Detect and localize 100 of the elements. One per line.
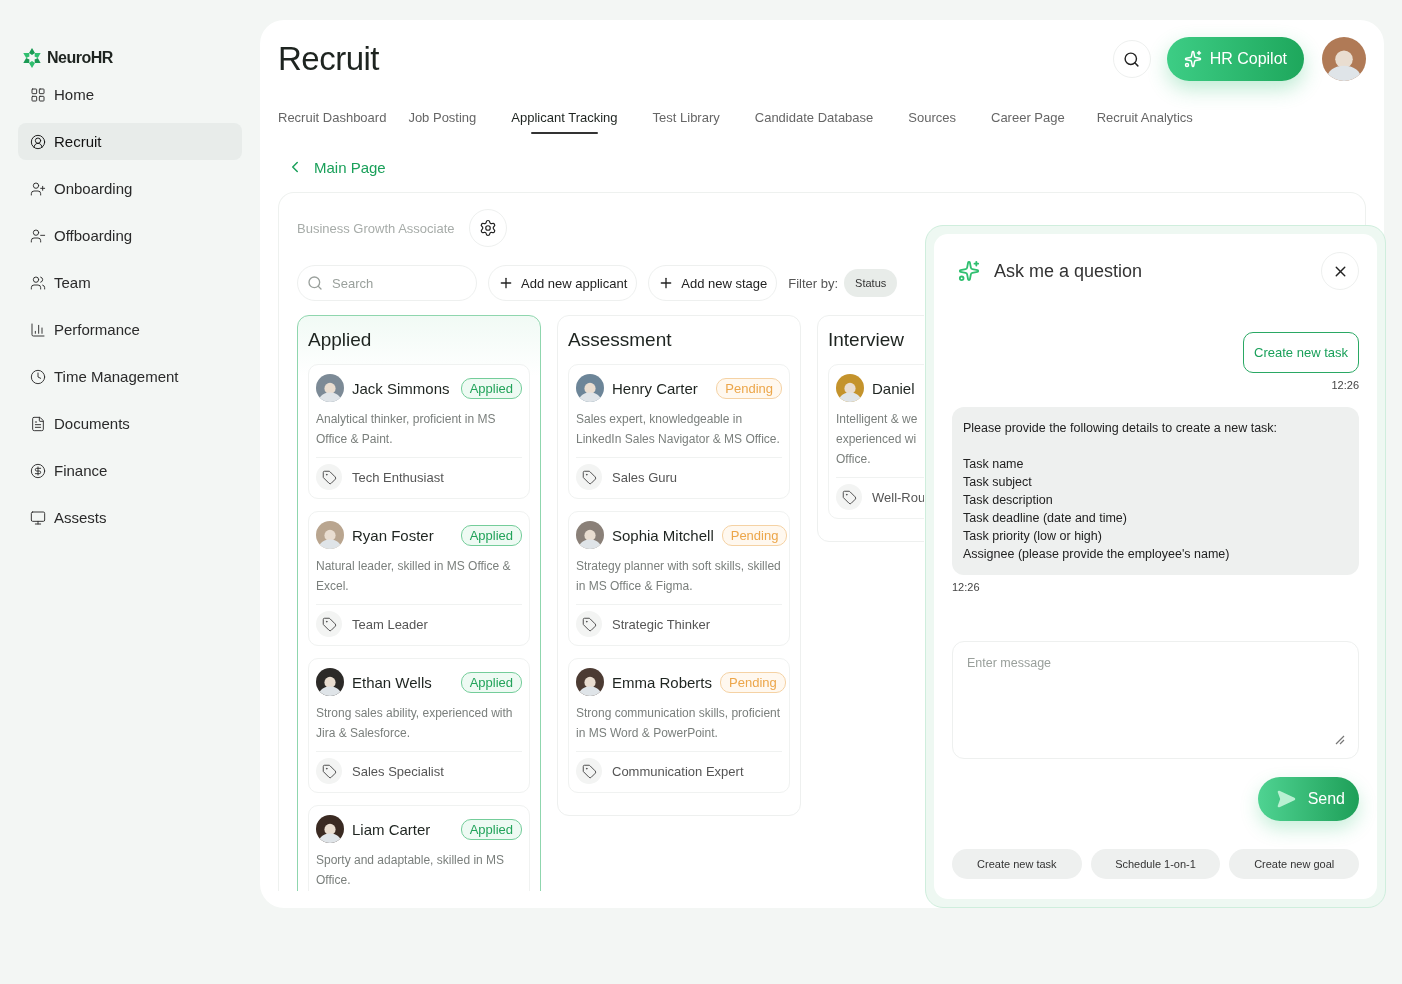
applicant-card[interactable]: Daniel Intelligent & we experienced wi Office. Well-Rou	[828, 364, 924, 519]
applicant-card[interactable]: Jack Simmons Applied Analytical thinker, proficient in MS Office & Paint. Tech Enthusiast	[308, 364, 530, 499]
nav-icon	[30, 509, 46, 526]
search-field[interactable]: Search	[297, 265, 477, 301]
applicant-description: Strong sales ability, experienced with Jira & Salesforce.	[316, 705, 514, 742]
search-button[interactable]	[1112, 40, 1151, 78]
applicant-card[interactable]: Liam Carter Applied Sporty and adaptable, skilled in MS Office.	[308, 805, 530, 891]
sidebar-item[interactable]: Finance	[18, 452, 242, 489]
nav-icon	[30, 86, 46, 103]
sidebar-item[interactable]: Home	[18, 76, 242, 113]
status-badge: Applied	[460, 377, 522, 399]
applicant-description: Strong communication skills, proficient in MS Word & PowerPoint.	[576, 705, 782, 742]
add-button[interactable]: Add new stage	[648, 265, 778, 301]
tag-label: Sales Guru	[612, 469, 678, 485]
tag-label: Communication Expert	[612, 763, 744, 779]
chat-title: Ask me a question	[994, 260, 1144, 282]
column-title: Interview	[828, 328, 906, 352]
nav-icon	[30, 133, 46, 150]
tab[interactable]: Recruit Analytics	[1096, 98, 1193, 125]
filter-chip[interactable]: Status	[844, 269, 898, 297]
avatar	[1322, 37, 1366, 81]
settings-button[interactable]	[468, 209, 507, 247]
tab[interactable]: Test Library	[652, 98, 720, 125]
applicant-name: Henry Carter	[612, 379, 699, 397]
tab[interactable]: Recruit Dashboard	[278, 98, 387, 125]
applicant-card[interactable]: Henry Carter Pending Sales expert, knowledgeable in LinkedIn Sales Navigator & MS Office. Sales Guru	[568, 364, 790, 499]
applicant-name: Jack Simmons	[352, 379, 451, 397]
applicant-description: Sporty and adaptable, skilled in MS Office.	[316, 852, 506, 889]
sidebar-item[interactable]: Documents	[18, 405, 242, 442]
message-text: Please provide the following details to create a new task:	[963, 420, 1279, 437]
suggestion-chip[interactable]: Schedule 1-on-1	[1090, 849, 1221, 879]
applicant-card[interactable]: Ethan Wells Applied Strong sales ability, experienced with Jira & Salesforce. Sales Specialist	[308, 658, 530, 793]
tag-icon	[316, 611, 342, 637]
sparkle-icon	[1183, 50, 1202, 68]
nav-icon	[30, 180, 46, 197]
tab[interactable]: Candidate Database	[754, 98, 874, 125]
nav-icon	[30, 274, 46, 291]
sidebar-item[interactable]: Recruit	[18, 123, 242, 160]
message-line: Task priority (low or high)	[963, 528, 1103, 545]
avatar	[316, 521, 344, 549]
status-badge: Pending	[720, 671, 786, 693]
tab-underline	[531, 132, 598, 134]
suggestion-chip[interactable]: Create new goal	[1229, 849, 1359, 879]
message-field[interactable]: Enter message	[952, 641, 1359, 759]
column-title: Assessment	[568, 328, 673, 352]
tag-icon	[576, 758, 602, 784]
suggestion-chip[interactable]: Create new task	[952, 849, 1082, 879]
sidebar-item[interactable]: Performance	[18, 311, 242, 348]
tag-icon	[316, 758, 342, 784]
applicant-card[interactable]: Ryan Foster Applied Natural leader, skilled in MS Office & Excel. Team Leader	[308, 511, 530, 646]
sidebar-item[interactable]: Assests	[18, 499, 242, 536]
avatar	[316, 374, 344, 402]
tag-label: Well-Rou	[872, 489, 924, 505]
applicant-name: Sophia Mitchell	[612, 526, 714, 544]
search-icon	[1123, 50, 1141, 68]
applicant-description: Sales expert, knowledgeable in LinkedIn Sales Navigator & MS Office.	[576, 411, 781, 448]
applicant-name: Ryan Foster	[352, 526, 435, 544]
brand-name: NeuroHR	[47, 49, 113, 67]
tab[interactable]: Job Posting	[408, 98, 477, 125]
close-button[interactable]	[1321, 252, 1359, 290]
sidebar-item[interactable]: Offboarding	[18, 217, 242, 254]
status-badge: Applied	[460, 524, 522, 546]
message-line: Task name	[963, 456, 1025, 473]
applicant-description: Strategy planner with soft skills, skilled in MS Office & Figma.	[576, 558, 782, 595]
tab[interactable]: Career Page	[991, 98, 1065, 125]
status-badge: Applied	[460, 671, 522, 693]
applicant-name: Emma Roberts	[612, 673, 713, 691]
tab[interactable]: Applicant Tracking	[511, 98, 618, 125]
applicant-card[interactable]: Emma Roberts Pending Strong communication skills, proficient in MS Word & PowerPoint. Communication Expert	[568, 658, 790, 793]
sidebar-item[interactable]: Time Management	[18, 358, 242, 395]
tag-label: Strategic Thinker	[612, 616, 711, 632]
search-icon	[307, 275, 323, 291]
sidebar-item[interactable]: Onboarding	[18, 170, 242, 207]
avatar	[576, 668, 604, 696]
settings-icon	[478, 219, 497, 237]
status-badge: Applied	[460, 818, 522, 840]
sidebar-item[interactable]: Team	[18, 264, 242, 301]
tag-label: Team Leader	[352, 616, 428, 632]
status-badge: Pending	[721, 524, 788, 546]
message-line: Task deadline (date and time)	[963, 510, 1128, 527]
applicant-description: Intelligent & we experienced wi Office.	[836, 411, 919, 468]
tag-label: Tech Enthusiast	[352, 469, 444, 485]
applicant-name: Daniel	[872, 379, 916, 397]
nav-icon	[30, 321, 46, 338]
applicant-card[interactable]: Sophia Mitchell Pending Strategy planner with soft skills, skilled in MS Office & Figma. Strategic Thinker	[568, 511, 790, 646]
nav-icon	[30, 415, 46, 432]
avatar	[836, 374, 864, 402]
column-title: Applied	[308, 328, 373, 352]
tab[interactable]: Sources	[908, 98, 956, 125]
applicant-name: Ethan Wells	[352, 673, 433, 691]
tag-icon	[576, 611, 602, 637]
tag-icon	[316, 464, 342, 490]
sparkle-icon	[958, 260, 980, 282]
applicant-description: Analytical thinker, proficient in MS Office & Paint.	[316, 411, 497, 448]
resize-grip-icon	[1333, 733, 1345, 745]
message-time: 12:26	[952, 581, 980, 593]
applicant-description: Natural leader, skilled in MS Office & Excel.	[316, 558, 512, 595]
add-button[interactable]: Add new applicant	[488, 265, 638, 301]
user-message: Create new task	[1243, 332, 1359, 373]
message-line: Task description	[963, 492, 1054, 509]
